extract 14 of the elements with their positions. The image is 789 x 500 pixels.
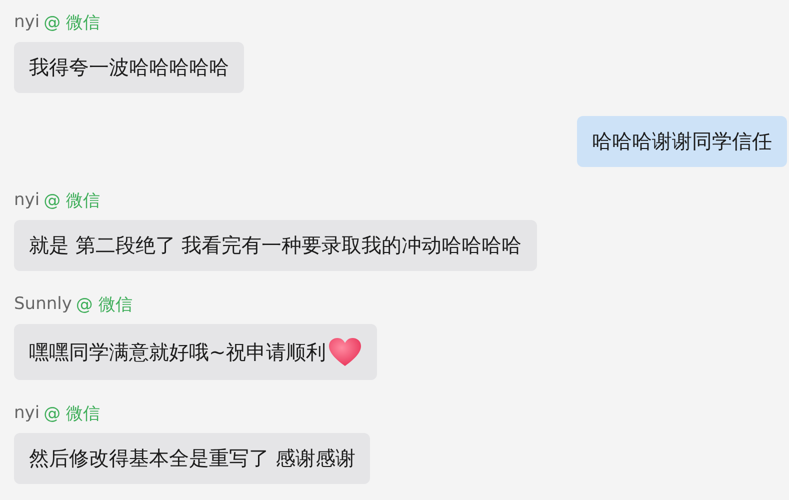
sender-name: nyi (14, 190, 40, 210)
source-label: @ 微信 (44, 190, 100, 212)
sender-name: nyi (14, 403, 40, 423)
source-label: @ 微信 (76, 294, 132, 316)
source-label: @ 微信 (44, 12, 100, 34)
sender-name: nyi (14, 12, 40, 32)
source-label: @ 微信 (44, 402, 100, 424)
message-text: 嘿嘿同学满意就好哦~祝申请顺利 (29, 340, 326, 364)
heart-icon (328, 337, 362, 367)
message-text: 哈哈哈谢谢同学信任 (592, 129, 772, 154)
message-text: 就是 第二段绝了 我看完有一种要录取我的冲动哈哈哈哈 (29, 233, 522, 258)
message-text: 然后修改得基本全是重写了 感谢感谢 (29, 446, 356, 471)
sender-name: Sunnly (14, 294, 72, 314)
message-text: 我得夸一波哈哈哈哈哈 (29, 55, 229, 80)
